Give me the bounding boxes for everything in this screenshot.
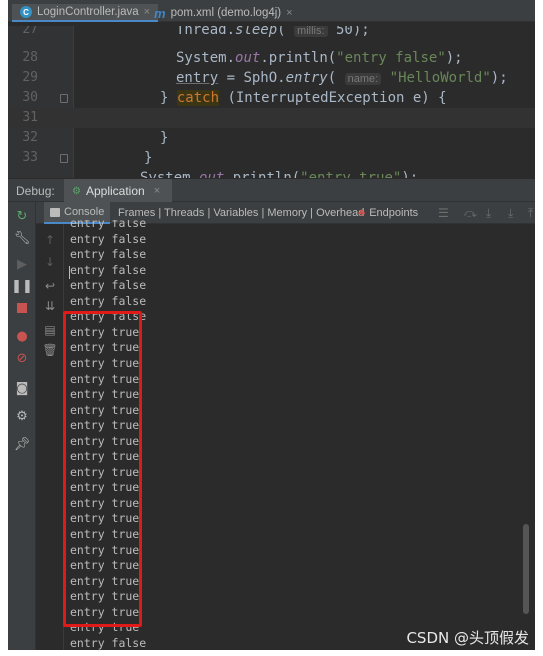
code-line-32: 32 }	[8, 128, 535, 148]
editor-tab-bar: C LoginController.java × m pom.xml (demo…	[8, 0, 535, 22]
console-output-line: entry false	[70, 247, 147, 262]
code-line-34: System.out.println("entry true");	[8, 168, 535, 178]
trash-icon[interactable]: 🗑︎	[42, 342, 58, 358]
close-icon[interactable]: ×	[154, 185, 160, 197]
line-number: 27	[22, 26, 38, 37]
close-icon[interactable]: ×	[286, 7, 292, 19]
soft-wrap-icon[interactable]: ↩	[42, 278, 58, 294]
settings-icon[interactable]: ⚙	[14, 408, 30, 424]
console-toolbar: ↑ ↓ ↩ ⇊ ▤ 🗑︎	[36, 224, 64, 650]
code-line-31: 31	[8, 108, 535, 128]
console-output-line: entry false	[70, 278, 147, 293]
debug-tool-window-header: Debug: ⚙ Application ×	[8, 178, 535, 203]
line-number: 31	[22, 110, 38, 125]
pin-icon[interactable]: 📌︎	[14, 436, 31, 452]
code-text: Thread.sleep( millis: 50);	[176, 26, 370, 38]
run-config-icon: ⚙	[72, 185, 81, 197]
code-text: System.out.println("entry false");	[176, 50, 463, 66]
code-text: } catch (InterruptedException e) {	[160, 90, 447, 106]
console-output-line: entry false	[70, 293, 147, 308]
scrollbar-thumb[interactable]	[523, 524, 529, 614]
wrench-icon[interactable]: 🔧︎	[14, 230, 31, 246]
app-tab-label: Application	[85, 184, 145, 198]
stop-icon[interactable]	[14, 300, 30, 316]
console-output-line: entry false	[70, 635, 147, 650]
code-line-33: 33 }	[8, 148, 535, 168]
resume-icon[interactable]: ▶	[14, 256, 30, 272]
fold-icon[interactable]	[60, 94, 68, 103]
code-text: System.out.println("entry true");	[140, 170, 419, 178]
pause-icon[interactable]: ❚❚	[11, 278, 33, 294]
print-icon[interactable]: ▤	[42, 322, 58, 338]
debug-side-toolbar: ↻ 🔧︎ ▶ ❚❚ ● ⊘ ◙ ⚙ 📌︎	[8, 202, 36, 650]
tab-label: LoginController.java	[37, 6, 139, 18]
fold-icon[interactable]	[60, 154, 68, 163]
tab-label: pom.xml (demo.log4j)	[170, 7, 282, 19]
java-class-icon: C	[20, 6, 32, 18]
code-text: }	[144, 150, 153, 166]
code-line-30: 30 } catch (InterruptedException e) {	[8, 88, 535, 108]
tab-application[interactable]: ⚙ Application ×	[64, 179, 172, 203]
console-output-line: entry false	[70, 262, 147, 277]
code-line-29: 29 entry = SphO.entry( name: "HelloWorld…	[8, 68, 535, 88]
code-editor[interactable]: 27 Thread.sleep( millis: 50); 28 System.…	[8, 26, 535, 178]
tab-login-controller[interactable]: C LoginController.java ×	[12, 4, 159, 22]
code-line-27: 27 Thread.sleep( millis: 50);	[8, 26, 535, 40]
line-number: 29	[22, 70, 38, 85]
view-breakpoints-icon[interactable]: ●	[14, 328, 30, 344]
console-scrollbar[interactable]	[522, 224, 530, 650]
console-output-line: entry false	[70, 220, 147, 230]
console-icon	[50, 207, 60, 217]
watermark: CSDN @头顶假发	[406, 629, 529, 647]
code-text: entry = SphO.entry( name: "HelloWorld");	[176, 70, 508, 86]
mute-breakpoints-icon[interactable]: ⊘	[14, 350, 30, 366]
annotation-highlight-box	[63, 311, 142, 627]
up-arrow-icon[interactable]: ↑	[42, 232, 58, 248]
camera-icon[interactable]: ◙	[14, 380, 30, 396]
maven-icon: m	[154, 5, 166, 21]
line-number: 32	[22, 130, 38, 145]
debug-label: Debug:	[16, 184, 55, 198]
code-line-28: 28 System.out.println("entry false");	[8, 48, 535, 68]
down-arrow-icon[interactable]: ↓	[42, 254, 58, 270]
console-output-line: entry false	[70, 231, 147, 246]
rerun-icon[interactable]: ↻	[14, 208, 30, 224]
tab-pom-xml[interactable]: m pom.xml (demo.log4j) ×	[146, 4, 301, 22]
line-number: 30	[22, 90, 38, 105]
line-number: 33	[22, 150, 38, 165]
scroll-to-end-icon[interactable]: ⇊	[42, 298, 58, 314]
line-number: 28	[22, 50, 38, 65]
code-text: }	[160, 130, 169, 146]
